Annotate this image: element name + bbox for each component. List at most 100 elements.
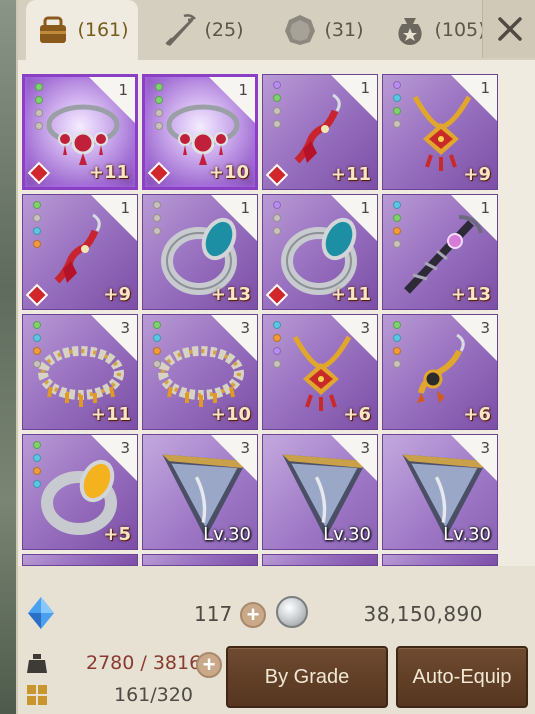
item-quantity: 1	[120, 199, 130, 217]
slot-corner	[91, 195, 137, 241]
item-quantity: 1	[360, 79, 370, 97]
option-dot	[33, 360, 41, 368]
item-slot[interactable]: 3 +11	[22, 314, 138, 430]
enhance-level: +11	[88, 162, 129, 183]
blue-crystal-icon	[28, 597, 54, 629]
item-slot[interactable]: 1 +13	[142, 194, 258, 310]
tab-bar: (161) (25) (31) (105)	[18, 0, 535, 60]
add-weight-button[interactable]: +	[196, 652, 222, 678]
option-dot	[33, 480, 41, 488]
weapon-icon	[165, 14, 197, 46]
option-dot	[393, 107, 401, 115]
option-dot	[33, 347, 41, 355]
tab-all-items[interactable]: (161)	[26, 0, 138, 60]
option-dot	[35, 109, 43, 117]
option-dot	[155, 83, 163, 91]
option-dots	[273, 81, 281, 128]
enhance-level: +5	[103, 524, 131, 545]
option-dot	[393, 240, 401, 248]
item-slot[interactable]: 3 Lv.30	[262, 434, 378, 550]
tab-emblems[interactable]: (31)	[268, 0, 378, 60]
slot-corner	[331, 435, 377, 481]
option-dot	[393, 120, 401, 128]
slot-corner	[211, 195, 257, 241]
tab-weapons[interactable]: (25)	[148, 0, 258, 60]
slots-row: 161/320	[18, 682, 218, 712]
option-dot	[273, 214, 281, 222]
item-slot-partial[interactable]	[382, 554, 498, 566]
item-quantity: 1	[238, 81, 248, 99]
close-button[interactable]	[482, 0, 535, 58]
item-slot[interactable]: 1 +11	[22, 74, 138, 190]
option-dot	[273, 321, 281, 329]
slot-corner	[331, 75, 377, 121]
weight-icon	[27, 654, 47, 673]
option-dots	[33, 201, 41, 248]
option-dot	[393, 81, 401, 89]
slot-corner	[451, 315, 497, 361]
item-quantity: 3	[120, 439, 130, 457]
option-dots	[33, 441, 41, 488]
slot-corner	[451, 195, 497, 241]
item-quantity: 3	[120, 319, 130, 337]
option-dots	[273, 201, 281, 235]
item-slot[interactable]: 1 +13	[382, 194, 498, 310]
item-slot[interactable]: 3 +6	[262, 314, 378, 430]
option-dot	[153, 227, 161, 235]
item-quantity: 1	[360, 199, 370, 217]
option-dots	[33, 321, 41, 368]
item-slot[interactable]: 3 +6	[382, 314, 498, 430]
option-dot	[153, 321, 161, 329]
option-dot	[33, 201, 41, 209]
option-dot	[273, 347, 281, 355]
item-quantity: 3	[240, 319, 250, 337]
item-slot[interactable]: 3 Lv.30	[142, 434, 258, 550]
tab-pouch[interactable]: (105)	[384, 0, 494, 60]
option-dot	[393, 214, 401, 222]
add-crystal-button[interactable]: +	[240, 602, 266, 628]
item-level: Lv.30	[443, 524, 491, 545]
bag-icon	[40, 16, 67, 43]
option-dot	[393, 201, 401, 209]
item-grid: 1 +11 1 +10 1 +11 1 +9 1 +9 1 +13 1 +11 1 +13 3 +11 3 +10 3 +…	[22, 74, 498, 566]
crystal-count: 117	[194, 602, 233, 626]
item-slot[interactable]: 3 +10	[142, 314, 258, 430]
item-slot[interactable]: 1 +11	[262, 74, 378, 190]
item-slot[interactable]: 3 +5	[22, 434, 138, 550]
sort-by-grade-button[interactable]: By Grade	[226, 646, 388, 708]
option-dot	[153, 214, 161, 222]
item-slot[interactable]: 3 Lv.30	[382, 434, 498, 550]
option-dot	[33, 454, 41, 462]
enhance-level: +11	[330, 284, 371, 305]
item-slot[interactable]: 1 +9	[22, 194, 138, 310]
option-dot	[155, 122, 163, 130]
item-quantity: 1	[480, 79, 490, 97]
option-dot	[33, 441, 41, 449]
option-dots	[393, 201, 401, 248]
option-dot	[273, 107, 281, 115]
auto-equip-button[interactable]: Auto-Equip	[396, 646, 528, 708]
option-dot	[273, 360, 281, 368]
option-dots	[273, 321, 281, 368]
item-slot[interactable]: 1 +10	[142, 74, 258, 190]
item-slot[interactable]: 1 +9	[382, 74, 498, 190]
item-slot-partial[interactable]	[22, 554, 138, 566]
silver-coin-icon	[276, 596, 308, 628]
item-slot[interactable]: 1 +11	[262, 194, 378, 310]
item-slot-partial[interactable]	[142, 554, 258, 566]
slot-corner	[91, 315, 137, 361]
item-slot-partial[interactable]	[262, 554, 378, 566]
item-quantity: 1	[118, 81, 128, 99]
option-dot	[393, 94, 401, 102]
option-dots	[155, 83, 163, 130]
option-dot	[273, 120, 281, 128]
tab-emblems-count: (31)	[324, 19, 364, 41]
item-quantity: 1	[240, 199, 250, 217]
option-dot	[153, 334, 161, 342]
item-grid-area[interactable]: 1 +11 1 +10 1 +11 1 +9 1 +9 1 +13 1 +11 1 +13 3 +11 3 +10 3 +…	[18, 60, 535, 566]
item-quantity: 3	[240, 439, 250, 457]
slot-corner	[91, 435, 137, 481]
option-dot	[153, 360, 161, 368]
option-dots	[393, 81, 401, 128]
item-quantity: 3	[480, 319, 490, 337]
